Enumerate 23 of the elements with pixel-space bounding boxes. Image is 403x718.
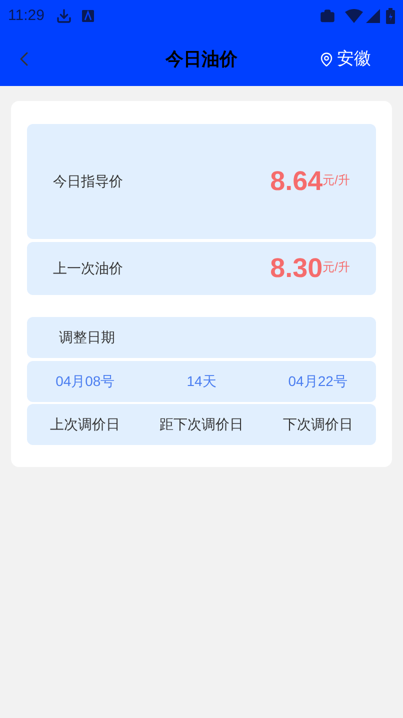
price-label: 今日指导价 — [53, 172, 123, 191]
page-title: 今日油价 — [166, 48, 238, 70]
download-icon — [56, 8, 72, 24]
date-value: 04月08号 — [54, 372, 116, 391]
date-label: 距下次调价日 — [158, 415, 244, 434]
location-button[interactable]: 安徽 — [319, 46, 371, 72]
price-unit: 元/升 — [322, 258, 350, 276]
notification-icon — [82, 10, 94, 22]
adjustment-title: 调整日期 — [59, 328, 115, 347]
date-value: 04月22号 — [287, 372, 348, 391]
price-value: 8.30 — [270, 255, 323, 282]
price-value: 8.64 — [270, 168, 323, 195]
date-label: 下次调价日 — [282, 415, 354, 434]
price-unit: 元/升 — [322, 172, 350, 188]
location-icon — [319, 52, 334, 66]
date-label: 上次调价日 — [49, 415, 122, 434]
battery-icon — [386, 8, 395, 24]
date-value: 14天 — [186, 372, 218, 391]
price-label: 上一次油价 — [53, 259, 123, 278]
briefcase-icon — [320, 8, 335, 24]
wifi-icon — [345, 9, 363, 23]
status-time: 11:29 — [8, 6, 44, 26]
signal-icon — [366, 9, 380, 23]
